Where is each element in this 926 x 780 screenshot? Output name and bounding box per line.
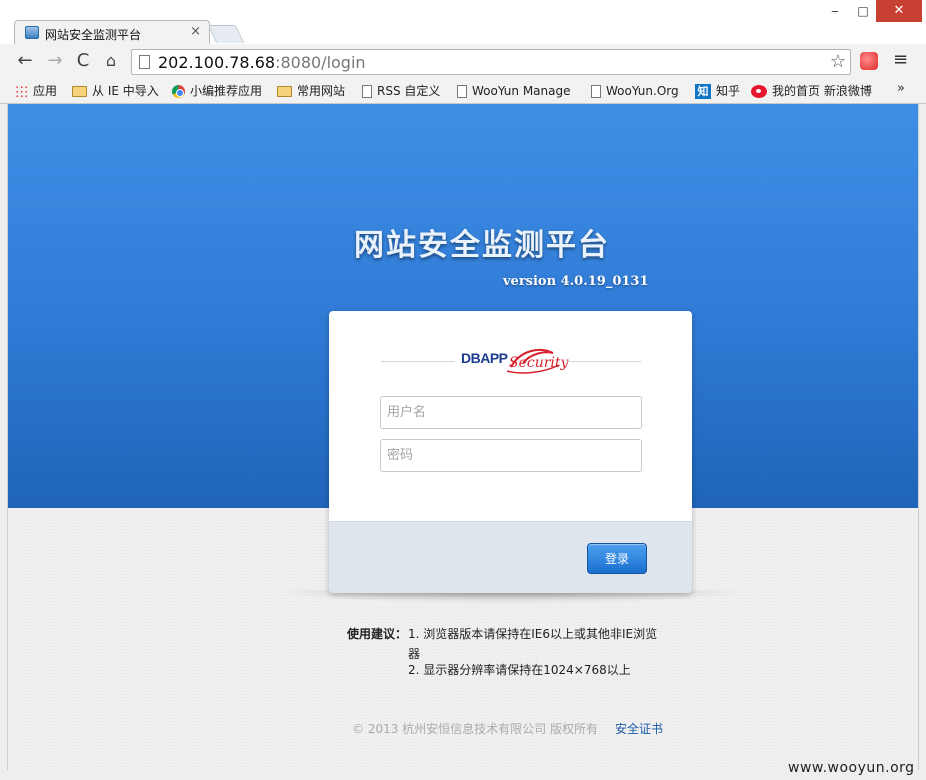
tab-close-icon[interactable]: × [190,24,201,39]
browser-tab[interactable]: 网站安全监测平台 × [14,20,210,45]
folder-icon [72,86,87,97]
login-button[interactable]: 登录 [587,543,647,574]
page-icon [457,85,467,98]
close-window-button[interactable]: ✕ [876,0,922,22]
browser-chrome: 网站安全监测平台 × ‒ □ ✕ ← → C ⌂ 202.100.78.68:8… [0,0,926,104]
site-favicon-icon [25,26,39,39]
home-icon[interactable]: ⌂ [100,50,122,72]
tip-resolution: 2. 显示器分辨率请保持在1024×768以上 [408,663,631,677]
maximize-button[interactable]: □ [850,0,876,22]
weibo-icon [751,85,767,98]
bookmark-label: 从 IE 中导入 [92,84,159,98]
divider [567,361,641,362]
chrome-icon [172,85,185,98]
forward-arrow-icon[interactable]: → [44,50,66,72]
login-card-footer: 登录 [329,521,692,593]
bookmark-zhihu[interactable]: 知知乎 [695,82,740,100]
bookmark-label: 知乎 [716,84,741,98]
new-tab-button[interactable] [207,25,245,43]
page-icon [362,85,372,98]
page-icon [139,55,150,69]
divider [381,361,455,362]
tab-title: 网站安全监测平台 [45,28,142,42]
copyright-text: © 2013 杭州安恒信息技术有限公司 版权所有 [352,722,598,736]
bookmark-apps[interactable]: 应用 [15,82,57,100]
bookmark-star-icon[interactable]: ☆ [830,51,846,72]
url-path: :8080/login [275,53,366,72]
bookmark-recommended-apps[interactable]: 小编推荐应用 [172,82,262,100]
bookmark-label: 应用 [33,84,58,98]
extension-icon[interactable] [860,52,878,70]
browser-toolbar: ← → C ⌂ 202.100.78.68:8080/login ☆ [0,44,926,80]
minimize-button[interactable]: ‒ [822,0,848,22]
zhihu-icon: 知 [695,84,711,99]
window-frame-left [0,104,8,780]
back-arrow-icon[interactable]: ← [14,50,36,72]
tips-label: 使用建议： [347,627,408,641]
apps-icon [15,85,28,98]
folder-icon [277,86,292,97]
bookmarks-overflow-icon[interactable]: » [897,81,905,96]
bookmark-label: RSS 自定义 [377,84,441,98]
bookmark-label: WooYun.Org [606,84,679,98]
chrome-menu-icon[interactable]: ≡ [893,49,908,70]
title-bar: 网站安全监测平台 × ‒ □ ✕ [0,0,926,45]
url-text[interactable]: 202.100.78.68:8080/login [158,53,366,72]
bookmark-label: 我的首页 新浪微博 [772,84,872,98]
bookmark-label: 常用网站 [297,84,346,98]
bookmark-wooyun-manage[interactable]: WooYun Manage [457,82,571,100]
login-page: 网站安全监测平台 version 4.0.19_0131 DBAPP Secur… [8,104,918,770]
dbapp-security-logo: DBAPP Security [461,345,569,377]
bookmark-common-sites[interactable]: 常用网站 [277,82,345,100]
bookmark-label: 小编推荐应用 [190,84,263,98]
password-input[interactable] [380,439,642,472]
logo-dbapp-text: DBAPP [461,350,508,366]
version-text: version 4.0.19_0131 [503,274,649,289]
bookmarks-bar: 应用 从 IE 中导入 小编推荐应用 常用网站 RSS 自定义 WooYun M… [0,80,926,102]
username-input[interactable] [380,396,642,429]
reload-icon[interactable]: C [72,50,94,72]
window-frame-right [918,104,926,780]
watermark-text: www.wooyun.org [788,760,915,776]
security-certificate-link[interactable]: 安全证书 [615,720,663,737]
address-bar[interactable]: 202.100.78.68:8080/login ☆ [131,49,851,75]
bookmark-rss[interactable]: RSS 自定义 [362,82,440,100]
login-card: DBAPP Security 登录 [329,311,692,593]
bookmark-import-ie[interactable]: 从 IE 中导入 [72,82,159,100]
logo-security-text: Security [509,355,569,371]
page-title: 网站安全监测平台 [354,228,610,263]
bookmark-weibo[interactable]: 我的首页 新浪微博 [751,82,872,100]
tip-browser: 1. 浏览器版本请保持在IE6以上或其他非IE浏览器 [408,627,658,661]
page-icon [591,85,601,98]
logo-row: DBAPP Security [381,341,641,381]
url-host: 202.100.78.68 [158,53,276,72]
bookmark-label: WooYun Manage [472,84,571,98]
bookmark-wooyun-org[interactable]: WooYun.Org [591,82,679,100]
